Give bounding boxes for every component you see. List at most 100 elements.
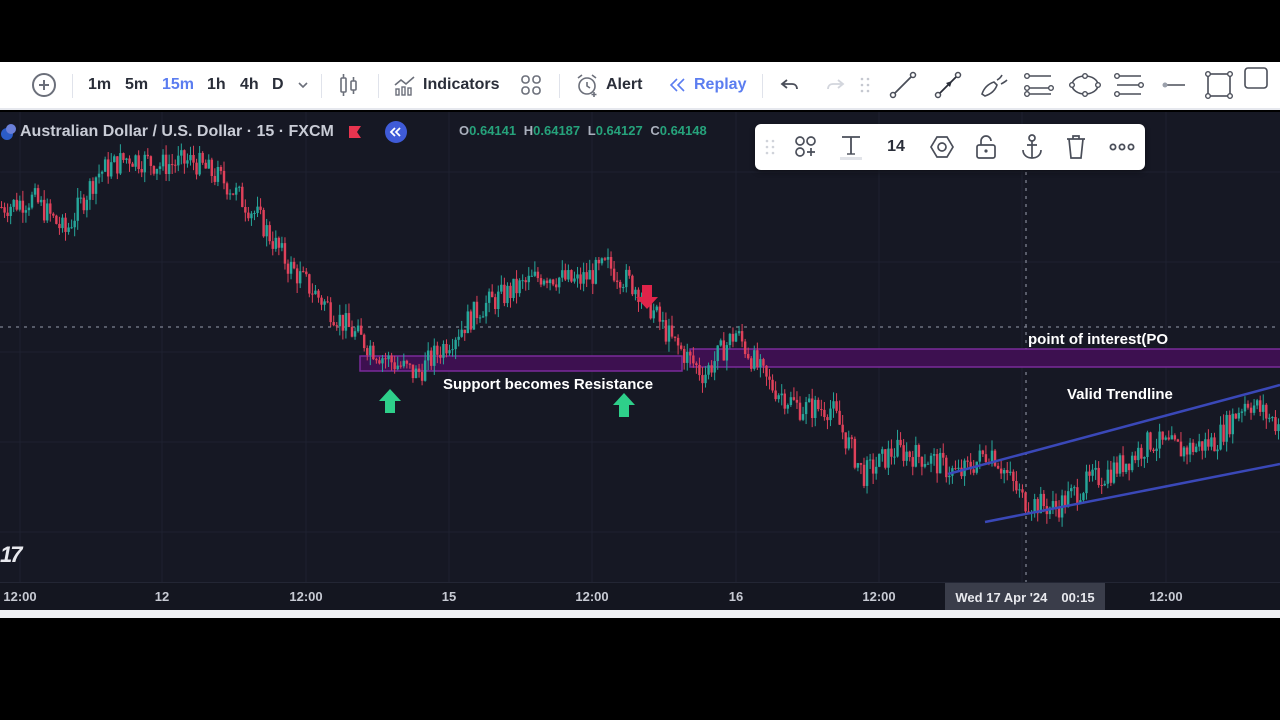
timeframe-4h[interactable]: 4h — [240, 62, 259, 108]
support-becomes-resistance-label[interactable]: Support becomes Resistance — [443, 376, 653, 393]
candle-bearish — [911, 457, 914, 467]
valid-trendline-label[interactable]: Valid Trendline — [1067, 386, 1173, 403]
timeframe-15m[interactable]: 15m — [162, 62, 194, 108]
templates-button[interactable] — [519, 62, 543, 108]
candle-bearish — [131, 163, 134, 167]
candle-bullish — [61, 217, 64, 229]
candle-bullish — [265, 225, 268, 237]
tradingview-logo: 17 — [0, 542, 23, 567]
candle-bullish — [938, 452, 942, 474]
time-tick: 12:00 — [575, 589, 609, 604]
ohlc-values: O0.64141 H0.64187 L0.64127 C0.64148 — [459, 123, 707, 138]
timeframe-d[interactable]: D — [272, 62, 284, 108]
timeframe-5m[interactable]: 5m — [125, 62, 148, 108]
candle-bearish — [268, 225, 271, 242]
more-button[interactable] — [1107, 124, 1137, 170]
candle-bullish — [1210, 437, 1213, 447]
drag-handle[interactable] — [860, 62, 870, 108]
anchor-button[interactable] — [1017, 124, 1047, 170]
flag-icon[interactable] — [348, 125, 362, 139]
indicators-button[interactable]: Indicators — [393, 62, 499, 108]
time-tick: 12 — [154, 589, 170, 604]
lock-button[interactable] — [971, 124, 1001, 170]
candle-bullish — [1158, 431, 1161, 449]
candle-bearish — [1024, 492, 1027, 512]
high-value: 0.64187 — [533, 123, 581, 138]
drawing-floating-toolbar: 14 — [755, 124, 1145, 170]
candle-bullish — [1225, 414, 1228, 442]
timeframe-dropdown[interactable] — [296, 62, 310, 108]
font-size-button[interactable]: 14 — [881, 124, 911, 170]
replay-button[interactable]: Replay — [668, 62, 746, 108]
candle-bearish — [201, 152, 204, 163]
candle-bullish — [1164, 437, 1167, 440]
candle-bearish — [996, 465, 1000, 469]
candle-bearish — [515, 278, 518, 294]
candle-bearish — [52, 213, 55, 216]
crosshair-time-label: Wed 17 Apr '24 00:15 — [945, 583, 1105, 611]
candle-bullish — [423, 360, 427, 381]
candle-bearish — [820, 409, 823, 411]
alert-button[interactable]: Alert — [574, 62, 642, 108]
candle-bearish — [213, 176, 217, 182]
chart-type-button[interactable] — [338, 62, 360, 108]
horizontal-ray-tool[interactable] — [1160, 62, 1188, 108]
candle-bullish — [1237, 412, 1241, 419]
close-value: 0.64148 — [659, 123, 707, 138]
ellipse-tool[interactable] — [1068, 62, 1102, 108]
candle-bullish — [588, 270, 591, 280]
floating-drag-handle[interactable] — [763, 124, 777, 170]
candle-bullish — [713, 361, 716, 373]
candle-bearish — [408, 363, 412, 365]
candle-bullish — [1277, 424, 1280, 432]
delete-button[interactable] — [1061, 124, 1091, 170]
ray-arrow-icon — [934, 71, 962, 99]
candle-bearish — [1127, 463, 1131, 471]
timeframe-1m[interactable]: 1m — [88, 62, 111, 108]
candle-bullish — [314, 290, 317, 295]
timeframe-label: 1m — [88, 76, 112, 93]
plus-circle-icon — [32, 73, 56, 97]
candle-bearish — [841, 424, 844, 433]
trend-line-tool[interactable] — [888, 62, 918, 108]
candle-bullish — [734, 333, 738, 342]
timeframe-label: 15m — [162, 76, 195, 93]
template-button[interactable] — [791, 124, 821, 170]
symbol-title[interactable]: Australian Dollar / U.S. Dollar · 15 · F… — [20, 123, 334, 141]
candle-bearish — [469, 311, 473, 330]
candle-bullish — [12, 199, 15, 207]
chevron-down-icon — [298, 82, 308, 89]
point-of-interest-label[interactable]: point of interest(PO — [1028, 331, 1168, 348]
candle-bullish — [134, 155, 137, 167]
text-color-button[interactable] — [835, 124, 867, 170]
square-tool[interactable] — [1242, 56, 1270, 102]
undo-button[interactable] — [779, 62, 801, 108]
time-tick: 12:00 — [862, 589, 896, 604]
candle-bearish — [612, 268, 616, 281]
candle-bearish — [430, 350, 433, 366]
replay-rewind-icon[interactable] — [384, 120, 408, 144]
settings-button[interactable] — [927, 124, 957, 170]
redo-button[interactable] — [824, 62, 846, 108]
candle-bullish — [143, 154, 146, 173]
candle-bullish — [1146, 432, 1149, 458]
candle-bearish — [3, 207, 6, 213]
candle-bullish — [76, 197, 79, 221]
rectangle-tool[interactable] — [1204, 62, 1234, 108]
candle-bullish — [100, 171, 104, 174]
candle-bearish — [935, 454, 939, 474]
parallel-channel-tool[interactable] — [1023, 62, 1055, 108]
ray-tool[interactable] — [933, 62, 963, 108]
add-symbol-button[interactable] — [30, 62, 58, 108]
candle-bearish — [350, 326, 354, 337]
candle-bearish — [140, 169, 143, 173]
fib-channel-tool[interactable] — [1113, 62, 1145, 108]
candle-bullish — [353, 331, 357, 337]
timeframe-1h[interactable]: 1h — [207, 62, 226, 108]
candle-bullish — [905, 451, 908, 461]
candle-bearish — [262, 209, 265, 237]
brush-tool[interactable] — [978, 62, 1010, 108]
candle-bullish — [655, 306, 658, 311]
time-axis[interactable]: 12:00 12 12:00 15 12:00 16 12:00 12:00 W… — [0, 582, 1280, 611]
candle-bearish — [375, 359, 378, 361]
